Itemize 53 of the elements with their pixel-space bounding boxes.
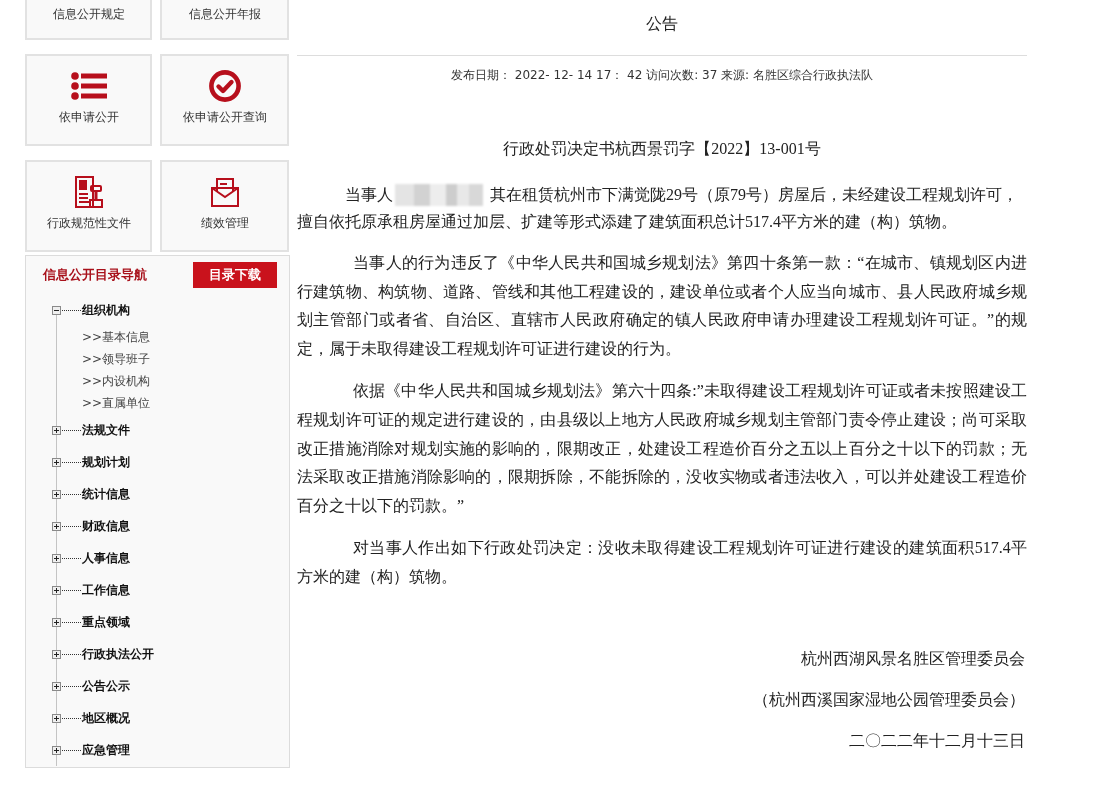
tree-item[interactable]: 重点领域 [52, 613, 130, 631]
tree-item[interactable]: 行政执法公开 [52, 645, 154, 663]
paragraph-text: 当事人的行为违反了《中华人民共和国城乡规划法》第四十条第一款：“在城市、镇规划区内进行建筑物、构筑物、道路、管线和其他工程建设的，建设单位或者个人应当向城市、县人民政府城乡规划主管部门或者省、自治区、直辖市人民政府确定的镇人民政府申请办理建设工程规划许可证。”的规定，属于未取得建设工程规划许可证进行建设的行为。 [297, 254, 1027, 357]
plus-box-icon[interactable] [52, 553, 61, 563]
tree-link[interactable]: >>领导班子 [82, 350, 151, 368]
sidebar-tile[interactable]: 信息公开规定 [25, 0, 152, 40]
article-title: 公告 [646, 14, 678, 34]
paragraph-text: 依据《中华人民共和国城乡规划法》第六十四条:”未取得建设工程规划许可证或者未按照建设工程规划许可证的规定进行建设的，由县级以上地方人民政府城乡规划主管部门责令停止建设；尚可采取改正措施消除对规划实施的影响的，限期改正，处建设工程造价百分之五以上百分之十以下的罚款；无法采取改正措施消除影响的，限期拆除，不能拆除的，没收实物或者违法收入，可以并处建设工程造价百分之十以下的罚款。” [297, 382, 1027, 514]
envelope-letter-icon [210, 177, 239, 207]
plus-box-icon[interactable] [52, 489, 61, 499]
signature-text: 二〇二二年十二月十三日 [849, 730, 1025, 751]
plus-box-icon[interactable] [52, 617, 61, 627]
check-circle-icon [208, 70, 241, 102]
tree-item[interactable]: 人事信息 [52, 549, 130, 567]
plus-box-icon[interactable] [52, 745, 61, 755]
list-icon [70, 72, 107, 100]
paragraph-text: 对当事人作出如下行政处罚决定：没收未取得建设工程规划许可证进行建设的建筑面积517.4平方米的建（构）筑物。 [297, 539, 1027, 585]
signature-text: 杭州西湖风景名胜区管理委员会 [801, 648, 1025, 669]
tree-link[interactable]: >>基本信息 [82, 328, 151, 346]
sidebar-tile[interactable]: 绩效管理 [160, 160, 289, 252]
plus-box-icon[interactable] [52, 713, 61, 723]
tree-link[interactable]: >>直属单位 [82, 394, 151, 412]
minus-box-icon[interactable] [52, 305, 61, 315]
paragraph-text: 其在租赁杭州市下满觉陇29号（原79号）房屋后，未经建设工程规划许可， [490, 185, 1018, 205]
tree-link[interactable]: >>内设机构 [82, 372, 151, 390]
tree-item[interactable]: 工作信息 [52, 581, 130, 599]
plus-box-icon[interactable] [52, 585, 61, 595]
tree-item[interactable]: 规划计划 [52, 453, 130, 471]
paragraph-text: 当事人 [345, 185, 393, 205]
blurred-name-icon [395, 183, 483, 206]
tree-item[interactable]: 组织机构 [52, 301, 130, 319]
document-stamp-icon [74, 176, 103, 208]
sidebar-tile[interactable]: 依申请公开查询 [160, 54, 289, 146]
sidebar-tile[interactable]: 依申请公开 [25, 54, 152, 146]
plus-box-icon[interactable] [52, 681, 61, 691]
tree-item[interactable]: 统计信息 [52, 485, 130, 503]
plus-box-icon[interactable] [52, 649, 61, 659]
tree-item[interactable]: 地区概况 [52, 709, 130, 727]
paragraph-text: 擅自依托原承租房屋通过加层、扩建等形式添建了建筑面积总计517.4平方米的建（构）筑物。 [297, 212, 957, 232]
sidebar-tile[interactable]: 信息公开年报 [160, 0, 289, 40]
signature-text: （杭州西溪国家湿地公园管理委员会） [753, 689, 1025, 710]
plus-box-icon[interactable] [52, 457, 61, 467]
document-title: 行政处罚决定书杭西景罚字【2022】13-001号 [503, 139, 821, 159]
plus-box-icon[interactable] [52, 521, 61, 531]
tree-item[interactable]: 应急管理 [52, 741, 130, 759]
tree-item[interactable]: 公告公示 [52, 677, 130, 695]
download-button[interactable]: 目录下载 [193, 262, 277, 288]
tree-item[interactable]: 财政信息 [52, 517, 130, 535]
catalog-title: 信息公开目录导航 [43, 266, 147, 284]
plus-box-icon[interactable] [52, 425, 61, 435]
sidebar-tile[interactable]: 行政规范性文件 [25, 160, 152, 252]
tree-item[interactable]: 法规文件 [52, 421, 130, 439]
article-meta: 发布日期： 2022- 12- 14 17： 42 访问次数: 37 来源: 名胜区综合行政执法队 [451, 67, 873, 83]
